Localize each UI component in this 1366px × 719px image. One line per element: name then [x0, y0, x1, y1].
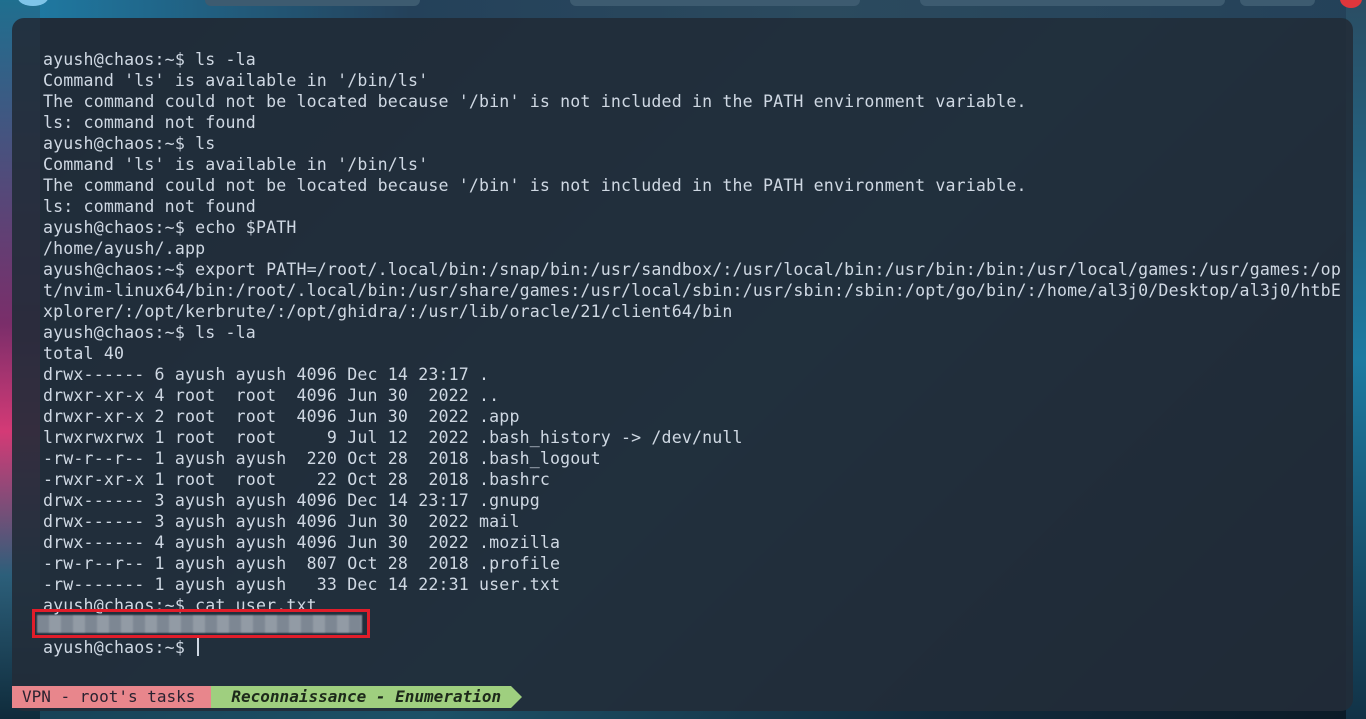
top-panel-pill — [1240, 0, 1315, 6]
status-segment-task: Reconnaissance - Enumeration — [211, 685, 522, 708]
terminal-line: ayush@chaos:~$ ls -la — [43, 323, 256, 342]
terminal-line: total 40 — [43, 344, 125, 363]
terminal-line: drwx------ 3 ayush ayush 4096 Jun 30 202… — [43, 512, 520, 531]
top-panel-pill — [205, 0, 420, 6]
terminal-window[interactable]: ayush@chaos:~$ ls -la Command 'ls' is av… — [12, 18, 1353, 711]
terminal-line: Command 'ls' is available in '/bin/ls' — [43, 71, 429, 90]
terminal-line: ayush@chaos:~$ ls — [43, 134, 216, 153]
terminal-line: drwxr-xr-x 2 root root 4096 Jun 30 2022 … — [43, 407, 520, 426]
text-cursor — [197, 638, 200, 656]
terminal-line: drwx------ 6 ayush ayush 4096 Dec 14 23:… — [43, 365, 490, 384]
terminal-line: -rw-r--r-- 1 ayush ayush 807 Oct 28 2018… — [43, 554, 561, 573]
status-bar: VPN - root's tasks Reconnaissance - Enum… — [12, 685, 522, 708]
terminal-prompt-line[interactable]: ayush@chaos:~$ — [43, 637, 1333, 658]
terminal-line: /home/ayush/.app — [43, 239, 206, 258]
terminal-line: ayush@chaos:~$ ls -la — [43, 50, 256, 69]
terminal-line: -rw-r--r-- 1 ayush ayush 220 Oct 28 2018… — [43, 449, 601, 468]
terminal-line: Command 'ls' is available in '/bin/ls' — [43, 155, 429, 174]
terminal-line: -rw------- 1 ayush ayush 33 Dec 14 22:31… — [43, 575, 561, 594]
terminal-line: xplorer/:/opt/kerbrute/:/opt/ghidra/:/us… — [43, 302, 733, 321]
terminal-line: ls: command not found — [43, 113, 256, 132]
terminal-output[interactable]: ayush@chaos:~$ ls -la Command 'ls' is av… — [43, 49, 1341, 658]
top-panel-pill — [570, 0, 860, 6]
terminal-line: lrwxrwxrwx 1 root root 9 Jul 12 2022 .ba… — [43, 428, 743, 447]
terminal-line: ayush@chaos:~$ export PATH=/root/.local/… — [43, 260, 1341, 279]
status-segment-session: VPN - root's tasks — [12, 685, 223, 708]
terminal-line: -rwxr-xr-x 1 root root 22 Oct 28 2018 .b… — [43, 470, 551, 489]
top-panel-pill — [920, 0, 1225, 6]
terminal-line: The command could not be located because… — [43, 92, 1027, 111]
terminal-line: drwx------ 4 ayush ayush 4096 Jun 30 202… — [43, 533, 561, 552]
terminal-prompt: ayush@chaos:~$ — [43, 638, 196, 657]
terminal-line: ls: command not found — [43, 197, 256, 216]
terminal-line: drwxr-xr-x 4 root root 4096 Jun 30 2022 … — [43, 386, 500, 405]
terminal-line: t/nvim-linux64/bin:/root/.local/bin:/usr… — [43, 281, 1341, 300]
highlight-box — [32, 609, 370, 638]
terminal-line: drwx------ 3 ayush ayush 4096 Dec 14 23:… — [43, 491, 540, 510]
terminal-line: ayush@chaos:~$ echo $PATH — [43, 218, 297, 237]
terminal-line: The command could not be located because… — [43, 176, 1027, 195]
